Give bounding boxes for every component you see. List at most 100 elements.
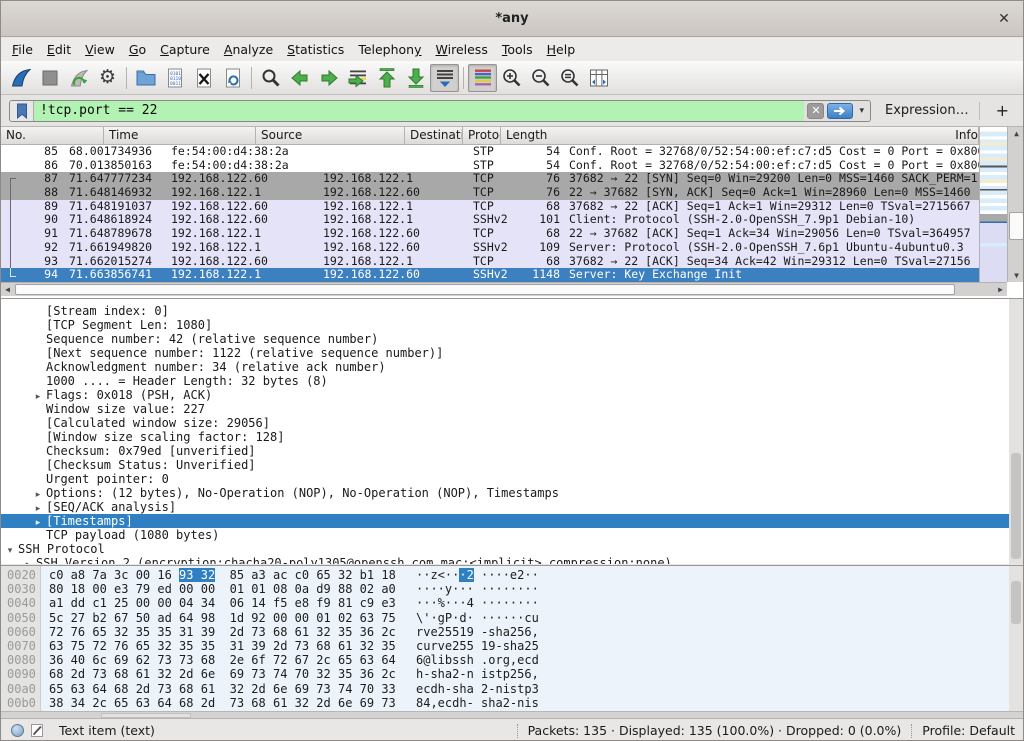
expander-icon[interactable]: ▸ bbox=[30, 488, 46, 500]
column-header[interactable]: Protocol bbox=[463, 127, 501, 144]
detail-line[interactable]: Urgent pointer: 0 bbox=[1, 472, 1023, 486]
reload-button[interactable] bbox=[218, 64, 247, 92]
menu-item[interactable]: Go bbox=[122, 39, 153, 60]
scrollbar-thumb[interactable] bbox=[15, 284, 955, 295]
detail-line[interactable]: ▸Options: (12 bytes), No-Operation (NOP)… bbox=[1, 486, 1023, 500]
scroll-right-arrow[interactable]: ▶ bbox=[994, 283, 1007, 296]
filter-history-dropdown[interactable]: ▾ bbox=[856, 106, 867, 116]
colorize-button[interactable] bbox=[468, 64, 497, 92]
packet-row[interactable]: 9171.648789678192.168.122.1192.168.122.6… bbox=[1, 227, 979, 241]
packet-row[interactable]: 8971.648191037192.168.122.60192.168.122.… bbox=[1, 200, 979, 214]
details-vertical-scrollbar[interactable] bbox=[1009, 299, 1023, 564]
find-packet-button[interactable] bbox=[256, 64, 285, 92]
detail-line[interactable]: Checksum: 0x79ed [unverified] bbox=[1, 444, 1023, 458]
capture-stop-button[interactable] bbox=[35, 64, 64, 92]
hex-row[interactable]: 00505c 27 b2 67 50 ad 64 98 1d 92 00 00 … bbox=[1, 611, 1023, 625]
expander-icon[interactable]: ▸ bbox=[30, 390, 46, 402]
go-first-button[interactable] bbox=[372, 64, 401, 92]
menu-item[interactable]: Statistics bbox=[280, 39, 351, 60]
packet-list-horizontal-scrollbar[interactable]: ◀ ▶ bbox=[1, 282, 1007, 296]
detail-line[interactable]: Acknowledgment number: 34 (relative ack … bbox=[1, 360, 1023, 374]
packet-row[interactable]: 8568.001734936fe:54:00:d4:38:2aSTP54Conf… bbox=[1, 145, 979, 159]
detail-line[interactable]: ▸Flags: 0x018 (PSH, ACK) bbox=[1, 388, 1023, 402]
menu-item[interactable]: Tools bbox=[495, 39, 540, 60]
hex-row[interactable]: 003080 18 00 e3 79 ed 00 00 01 01 08 0a … bbox=[1, 582, 1023, 596]
go-last-button[interactable] bbox=[401, 64, 430, 92]
detail-line[interactable]: [Next sequence number: 1122 (relative se… bbox=[1, 346, 1023, 360]
capture-start-button[interactable] bbox=[6, 64, 35, 92]
detail-line[interactable]: [Window size scaling factor: 128] bbox=[1, 430, 1023, 444]
filter-bookmark-button[interactable] bbox=[10, 101, 34, 121]
detail-line[interactable]: [Calculated window size: 29056] bbox=[1, 416, 1023, 430]
scroll-down-arrow[interactable]: ▼ bbox=[1008, 269, 1024, 282]
packet-row[interactable]: 8771.647777234192.168.122.60192.168.122.… bbox=[1, 172, 979, 186]
packet-row[interactable]: 9271.661949820192.168.122.1192.168.122.6… bbox=[1, 241, 979, 255]
profile-selector[interactable]: Profile: Default bbox=[922, 723, 1015, 738]
detail-line[interactable]: [Stream index: 0] bbox=[1, 304, 1023, 318]
detail-line[interactable]: ▸SSH Version 2 (encryption:chacha20-poly… bbox=[1, 556, 1023, 564]
display-filter-input[interactable] bbox=[34, 101, 804, 121]
capture-restart-button[interactable] bbox=[64, 64, 93, 92]
expander-icon[interactable]: ▾ bbox=[2, 544, 18, 556]
menu-item[interactable]: Capture bbox=[153, 39, 217, 60]
detail-line[interactable]: Sequence number: 42 (relative sequence n… bbox=[1, 332, 1023, 346]
hex-row[interactable]: 0020c0 a8 7a 3c 00 16 93 32 85 a3 ac c0 … bbox=[1, 568, 1023, 582]
file-close-button[interactable] bbox=[189, 64, 218, 92]
auto-scroll-button[interactable] bbox=[430, 64, 459, 92]
column-header[interactable]: Destination bbox=[405, 127, 463, 144]
scroll-left-arrow[interactable]: ◀ bbox=[1, 283, 14, 296]
packet-row[interactable]: 9371.662015274192.168.122.60192.168.122.… bbox=[1, 255, 979, 269]
hex-row[interactable]: 007063 75 72 76 65 32 35 35 31 39 2d 73 … bbox=[1, 639, 1023, 653]
menu-item[interactable]: File bbox=[5, 39, 40, 60]
hex-row[interactable]: 008036 40 6c 69 62 73 73 68 2e 6f 72 67 … bbox=[1, 653, 1023, 667]
scrollbar-thumb[interactable] bbox=[1011, 581, 1021, 625]
filter-clear-button[interactable]: ✕ bbox=[807, 103, 824, 119]
zoom-out-button[interactable] bbox=[526, 64, 555, 92]
zoom-in-button[interactable] bbox=[497, 64, 526, 92]
packet-minimap-scrollbar[interactable] bbox=[979, 127, 1007, 282]
expander-icon[interactable]: ▸ bbox=[20, 558, 36, 564]
resize-columns-button[interactable] bbox=[584, 64, 613, 92]
capture-options-button[interactable]: ⚙ bbox=[93, 64, 122, 92]
detail-line[interactable]: [TCP Segment Len: 1080] bbox=[1, 318, 1023, 332]
packet-row[interactable]: 8670.013850163fe:54:00:d4:38:2aSTP54Conf… bbox=[1, 159, 979, 173]
packet-row[interactable]: 9471.663856741192.168.122.1192.168.122.6… bbox=[1, 268, 979, 282]
detail-line[interactable]: ▾SSH Protocol bbox=[1, 542, 1023, 556]
scrollbar-thumb[interactable] bbox=[1011, 453, 1021, 559]
zoom-reset-button[interactable] bbox=[555, 64, 584, 92]
menu-item[interactable]: Edit bbox=[40, 39, 78, 60]
scrollbar-thumb[interactable] bbox=[1009, 212, 1024, 240]
expert-info-icon[interactable] bbox=[11, 724, 24, 737]
scroll-up-arrow[interactable]: ▲ bbox=[1008, 127, 1024, 140]
go-to-packet-button[interactable] bbox=[343, 64, 372, 92]
expander-icon[interactable]: ▸ bbox=[30, 516, 46, 528]
column-header[interactable]: No. bbox=[1, 127, 104, 144]
close-window-button[interactable]: ✕ bbox=[995, 10, 1013, 28]
expression-button[interactable]: Expression… bbox=[885, 103, 969, 118]
column-header[interactable]: Info bbox=[950, 127, 979, 144]
detail-line[interactable]: 1000 .... = Header Length: 32 bytes (8) bbox=[1, 374, 1023, 388]
hex-row[interactable]: 0040a1 dd c1 25 00 00 04 34 06 14 f5 e8 … bbox=[1, 596, 1023, 610]
menu-item[interactable]: Wireless bbox=[429, 39, 495, 60]
menu-item[interactable]: Help bbox=[540, 39, 583, 60]
add-filter-button[interactable]: + bbox=[990, 101, 1015, 120]
expander-icon[interactable]: ▸ bbox=[30, 502, 46, 514]
hex-row[interactable]: 00a065 63 64 68 2d 73 68 61 32 2d 6e 69 … bbox=[1, 682, 1023, 696]
hex-row[interactable]: 006072 76 65 32 35 35 31 39 2d 73 68 61 … bbox=[1, 625, 1023, 639]
hex-row[interactable]: 00b038 34 2c 65 63 64 68 2d 73 68 61 32 … bbox=[1, 696, 1023, 710]
packet-row[interactable]: 9071.648618924192.168.122.60192.168.122.… bbox=[1, 213, 979, 227]
detail-line[interactable]: ▸[SEQ/ACK analysis] bbox=[1, 500, 1023, 514]
detail-line[interactable]: TCP payload (1080 bytes) bbox=[1, 528, 1023, 542]
packet-row[interactable]: 8871.648146932192.168.122.1192.168.122.6… bbox=[1, 186, 979, 200]
packet-list-vertical-scrollbar[interactable]: ▲ ▼ bbox=[1007, 127, 1024, 282]
menu-item[interactable]: Telephony bbox=[351, 39, 428, 60]
menu-item[interactable]: Analyze bbox=[217, 39, 280, 60]
detail-line[interactable]: ▸[Timestamps] bbox=[1, 514, 1023, 528]
go-back-button[interactable] bbox=[285, 64, 314, 92]
detail-line[interactable]: Window size value: 227 bbox=[1, 402, 1023, 416]
detail-line[interactable]: [Checksum Status: Unverified] bbox=[1, 458, 1023, 472]
hex-row[interactable]: 009068 2d 73 68 61 32 2d 6e 69 73 74 70 … bbox=[1, 667, 1023, 681]
capture-comment-icon[interactable] bbox=[30, 723, 45, 738]
column-header[interactable]: Source bbox=[256, 127, 405, 144]
hex-vertical-scrollbar[interactable] bbox=[1009, 566, 1023, 711]
